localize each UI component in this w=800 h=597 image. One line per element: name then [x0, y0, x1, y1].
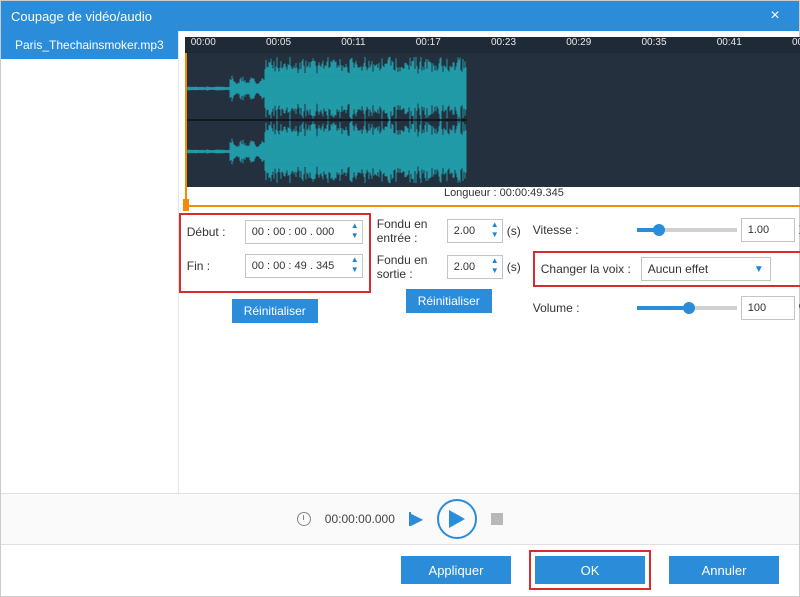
- sidebar-item-label: Paris_Thechainsmoker.mp3: [15, 38, 164, 52]
- spin-down-icon[interactable]: ▼: [350, 266, 360, 275]
- fade-unit: (s): [507, 260, 521, 274]
- speed-input[interactable]: 1.00: [741, 218, 795, 242]
- spin-down-icon[interactable]: ▼: [490, 267, 500, 276]
- ruler-tick: 00:05: [266, 37, 291, 53]
- file-sidebar: Paris_Thechainsmoker.mp3: [1, 31, 179, 493]
- fade-out-label: Fondu en sortie :: [377, 253, 447, 281]
- volume-input[interactable]: 100: [741, 296, 795, 320]
- fade-in-input[interactable]: 2.00 ▲▼: [447, 219, 503, 243]
- apply-button[interactable]: Appliquer: [401, 556, 511, 584]
- trim-highlight: Début : 00 : 00 : 00 . 000 ▲▼ Fin : 00 :…: [179, 213, 371, 293]
- skip-start-icon[interactable]: ▶: [409, 509, 423, 529]
- chevron-down-icon: ▼: [754, 264, 764, 275]
- trim-column: Début : 00 : 00 : 00 . 000 ▲▼ Fin : 00 :…: [185, 217, 365, 329]
- spin-up-icon[interactable]: ▲: [490, 257, 500, 266]
- ruler-tick: 00:29: [566, 37, 591, 53]
- ruler-tick: 00:47: [792, 37, 800, 53]
- spin-down-icon[interactable]: ▼: [350, 232, 360, 241]
- volume-slider[interactable]: [637, 306, 737, 310]
- end-label: Fin :: [187, 259, 245, 273]
- ruler-tick: 00:11: [341, 37, 365, 53]
- reset-fade-button[interactable]: Réinitialiser: [406, 289, 492, 313]
- length-label: Longueur : 00:00:49.345: [438, 187, 570, 199]
- fade-unit: (s): [507, 224, 521, 238]
- ruler-tick: 00:00: [191, 37, 216, 53]
- ruler-tick: 00:35: [642, 37, 667, 53]
- voice-highlight: Changer la voix : Aucun effet ▼: [533, 251, 800, 287]
- close-icon[interactable]: ×: [761, 7, 789, 25]
- ok-highlight: OK: [529, 550, 651, 590]
- speed-label: Vitesse :: [533, 223, 633, 237]
- cancel-button[interactable]: Annuler: [669, 556, 779, 584]
- reset-trim-button[interactable]: Réinitialiser: [232, 299, 318, 323]
- controls: Début : 00 : 00 : 00 . 000 ▲▼ Fin : 00 :…: [185, 217, 800, 329]
- time-ruler: 00:00 00:05 00:11 00:17 00:23 00:29 00:35 00:41…: [185, 37, 800, 53]
- spin-up-icon[interactable]: ▲: [490, 221, 500, 230]
- spin-up-icon[interactable]: ▲: [350, 222, 360, 231]
- start-label: Début :: [187, 225, 245, 239]
- spin-down-icon[interactable]: ▼: [490, 231, 500, 240]
- ruler-tick: 00:41: [717, 37, 742, 53]
- title-bar: Coupage de vidéo/audio ×: [1, 1, 799, 31]
- footer: Appliquer OK Annuler: [1, 545, 799, 595]
- start-input[interactable]: 00 : 00 : 00 . 000 ▲▼: [245, 220, 363, 244]
- end-input[interactable]: 00 : 00 : 49 . 345 ▲▼: [245, 254, 363, 278]
- right-column: Vitesse : 1.00 X ▶ Changer la voix : Auc…: [533, 217, 800, 329]
- content-pane: 00:00 00:05 00:11 00:17 00:23 00:29 00:35 00:41…: [179, 31, 800, 493]
- window-title: Coupage de vidéo/audio: [11, 9, 761, 24]
- waveform: [187, 57, 467, 183]
- play-time: 00:00:00.000: [325, 512, 395, 526]
- play-button[interactable]: [437, 499, 477, 539]
- main-area: Paris_Thechainsmoker.mp3 00:00 00:05 00:11…: [1, 31, 799, 493]
- fade-column: Fondu en entrée : 2.00 ▲▼ (s) Fondu en s…: [377, 217, 521, 329]
- ruler-tick: 00:17: [416, 37, 441, 53]
- fade-out-input[interactable]: 2.00 ▲▼: [447, 255, 503, 279]
- selection-bracket[interactable]: Longueur : 00:00:49.345: [185, 185, 800, 207]
- speed-slider[interactable]: [637, 228, 737, 232]
- stop-button[interactable]: [491, 513, 503, 525]
- sidebar-item[interactable]: Paris_Thechainsmoker.mp3: [1, 31, 178, 59]
- spin-up-icon[interactable]: ▲: [350, 256, 360, 265]
- ok-button[interactable]: OK: [535, 556, 645, 584]
- voice-select[interactable]: Aucun effet ▼: [641, 257, 771, 281]
- fade-in-label: Fondu en entrée :: [377, 217, 447, 245]
- clock-icon: [297, 512, 311, 526]
- timeline: 00:00 00:05 00:11 00:17 00:23 00:29 00:35 00:41…: [185, 37, 800, 207]
- waveform-container[interactable]: [185, 53, 800, 187]
- play-bar: 00:00:00.000 ▶: [1, 493, 799, 545]
- voice-label: Changer la voix :: [541, 262, 641, 276]
- ruler-tick: 00:23: [491, 37, 516, 53]
- volume-label: Volume :: [533, 301, 633, 315]
